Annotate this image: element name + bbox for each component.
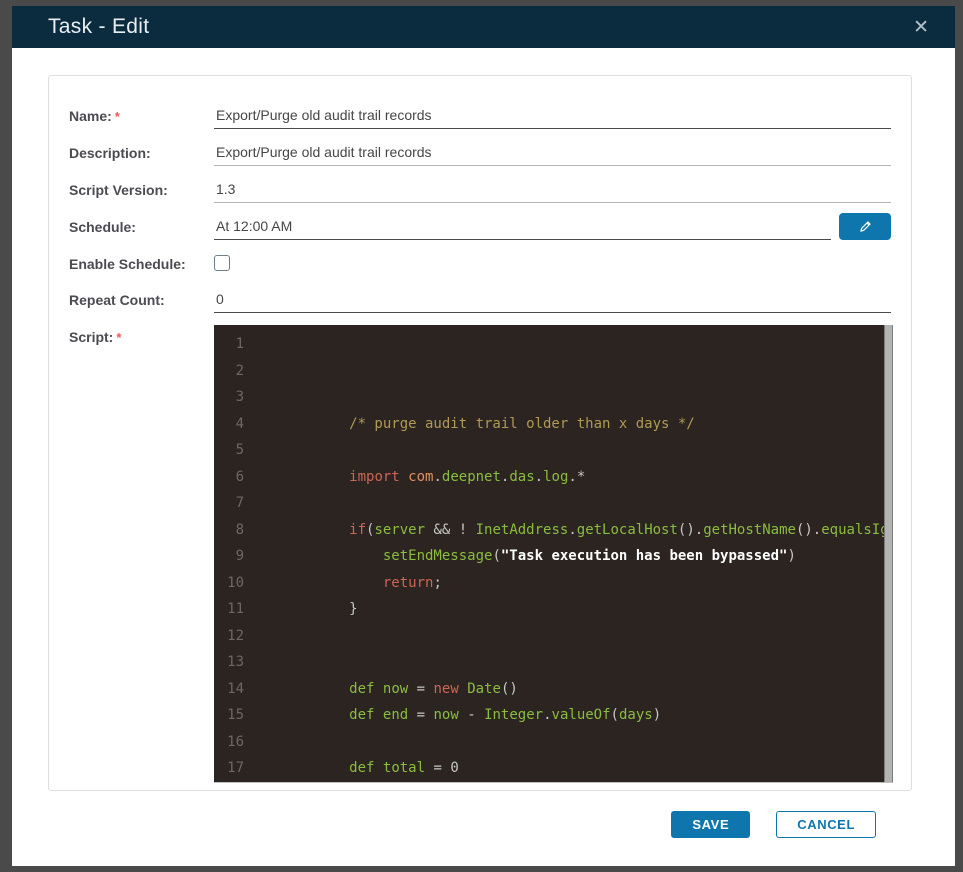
- code-line: 4 /* purge audit trail older than x days…: [235, 415, 695, 432]
- editor-vertical-scrollbar[interactable]: [884, 325, 893, 782]
- cancel-button[interactable]: CANCEL: [776, 811, 876, 838]
- script-editor[interactable]: 1234 /* purge audit trail older than x d…: [214, 325, 893, 783]
- description-input[interactable]: [214, 141, 891, 166]
- modal-body: Name:* Description: Script Version: Sche…: [12, 48, 955, 866]
- script-version-input[interactable]: [214, 178, 891, 203]
- code-line: 13: [227, 654, 244, 670]
- code-line: 9 setEndMessage("Task execution has been…: [235, 548, 796, 564]
- code-line: 15 def end = now - Integer.valueOf(days): [227, 707, 662, 723]
- field-row-script: Script: * 1234 /* purge audit trail older…: [69, 325, 893, 783]
- task-edit-modal: Task - Edit ✕ Name:* Description: Script…: [12, 6, 955, 866]
- modal-header: Task - Edit ✕: [12, 6, 955, 48]
- save-button[interactable]: SAVE: [671, 811, 751, 838]
- code-line: 2: [235, 362, 244, 379]
- required-asterisk: *: [114, 109, 120, 124]
- code-line: 14 def now = new Date(): [227, 680, 518, 697]
- code-line: 3: [235, 389, 244, 405]
- field-row-script-version: Script Version:: [69, 178, 891, 203]
- description-label: Description:: [69, 145, 151, 161]
- form-card: Name:* Description: Script Version: Sche…: [48, 75, 912, 791]
- code-line: 11 }: [227, 601, 358, 617]
- script-version-label: Script Version:: [69, 182, 168, 198]
- name-label: Name: *: [69, 108, 120, 124]
- modal-title: Task - Edit: [48, 15, 150, 38]
- edit-schedule-button[interactable]: [839, 213, 891, 240]
- enable-schedule-checkbox[interactable]: [214, 255, 230, 271]
- close-icon[interactable]: ✕: [909, 16, 933, 39]
- code-line: 16: [227, 733, 244, 750]
- code-line: 10 return;: [227, 574, 442, 591]
- enable-schedule-label: Enable Schedule:: [69, 256, 186, 272]
- modal-footer: SAVE CANCEL: [48, 791, 912, 838]
- code-line: 7: [235, 495, 244, 511]
- schedule-label: Schedule:: [69, 219, 136, 235]
- code-line: 5: [235, 442, 244, 458]
- code-line: 12: [227, 627, 244, 644]
- code-line: 1: [235, 336, 244, 352]
- field-row-schedule: Schedule:: [69, 213, 891, 240]
- script-label: Script: *: [69, 329, 122, 345]
- field-row-description: Description:: [69, 141, 891, 166]
- field-row-enable-schedule: Enable Schedule:: [69, 252, 891, 274]
- pencil-icon: [858, 219, 873, 234]
- code-line: 6 import com.deepnet.das.log.*: [235, 468, 586, 485]
- field-row-repeat-count: Repeat Count:: [69, 288, 891, 313]
- code-lines: 1234 /* purge audit trail older than x d…: [214, 325, 893, 782]
- repeat-count-input[interactable]: [214, 288, 891, 313]
- code-line: 8 if(server && ! InetAddress.getLocalHos…: [235, 521, 893, 538]
- required-asterisk: *: [116, 330, 122, 345]
- schedule-input[interactable]: [214, 215, 831, 240]
- name-input[interactable]: [214, 104, 891, 129]
- code-line: 17 def total = 0: [227, 760, 459, 776]
- repeat-count-label: Repeat Count:: [69, 292, 165, 308]
- field-row-name: Name: *: [69, 104, 891, 129]
